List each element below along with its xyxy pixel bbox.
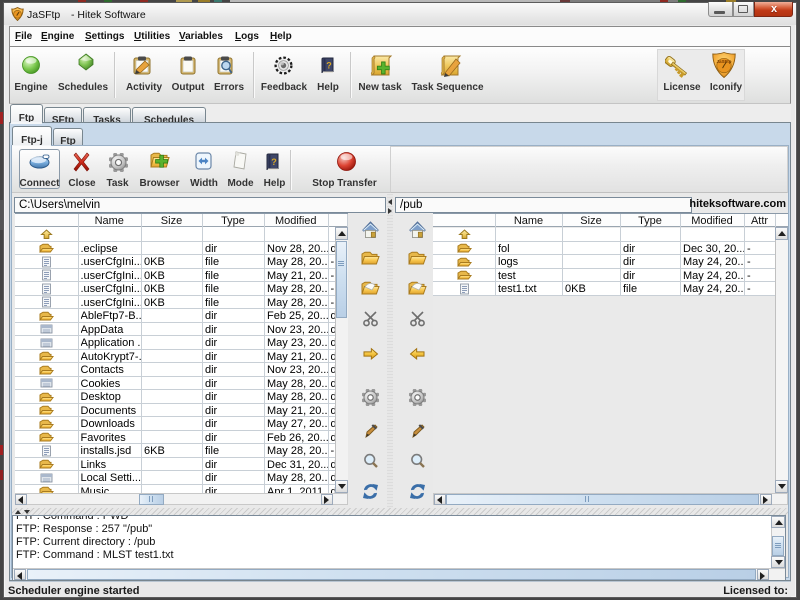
svg-text:?: ? (326, 61, 332, 71)
svg-text:?: ? (271, 157, 277, 167)
svg-text:JaSFtp: JaSFtp (716, 59, 731, 64)
